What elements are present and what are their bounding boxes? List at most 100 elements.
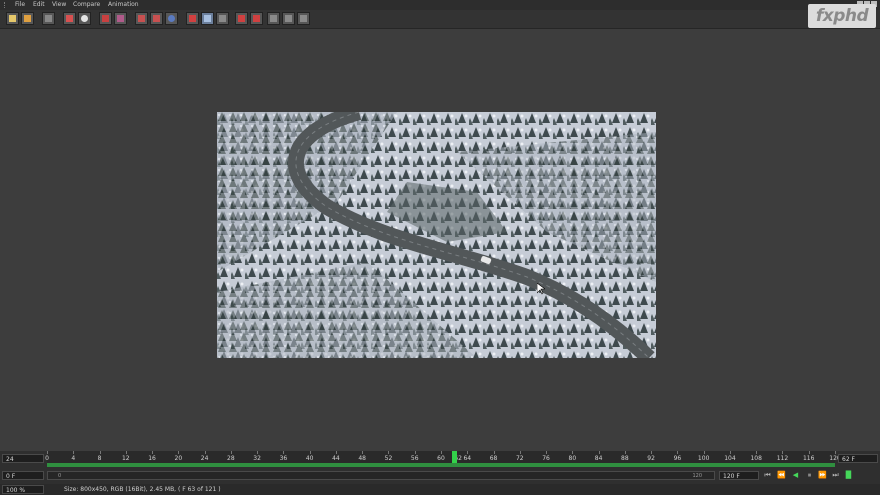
ruler-tick-mark [125,451,127,454]
clear-button[interactable] [42,12,55,25]
ruler-tick-mark [362,451,364,454]
save-button[interactable] [21,12,34,25]
color-picker-button[interactable] [78,12,91,25]
adjust-icon [300,15,307,22]
fxphd-logo: fxphd [808,4,876,28]
timeline-scrollbar[interactable]: 0 120 [47,471,715,480]
ruler-tick-label: 84 [594,455,603,462]
timeline-ruler[interactable]: 0 4 8 12 16 20 24 28 32 36 40 44 48 52 56 60 62 64 68 72 76 8… [45,451,841,463]
zoom-field[interactable]: 100 % [2,485,44,494]
mark-a-button[interactable] [235,12,248,25]
layout-double-button[interactable] [150,12,163,25]
red-channel-button[interactable] [99,12,112,25]
ruler-tick-label: 56 [410,455,419,462]
save-icon [24,15,31,22]
color-pick-icon [168,15,175,22]
menu-animation[interactable]: Animation [108,0,139,10]
ruler-tick-label: 96 [673,455,682,462]
ruler-tick-label: 36 [279,455,288,462]
current-frame-left-field[interactable]: 24 [2,454,44,463]
play-backward-icon[interactable]: ◀ [791,471,800,480]
color-pick-button[interactable] [165,12,178,25]
go-to-start-icon[interactable]: ⏮ [763,471,772,480]
crop-button[interactable] [63,12,76,25]
clear-icon [45,15,52,22]
scroll-start-label: 0 [58,473,62,479]
ruler-tick-mark [73,451,75,454]
ruler-tick-mark [178,451,180,454]
open-button[interactable] [6,12,19,25]
ruler-tick-label: 112 [776,455,789,462]
ruler-tick-label: 28 [227,455,235,462]
ruler-tick-mark [99,451,101,454]
end-frame-field[interactable]: 120 F [719,471,759,480]
ruler-tick-label: 16 [148,455,156,462]
ruler-tick-label: 68 [489,455,498,462]
start-frame-field[interactable]: 0 F [2,471,44,480]
layout-single-icon [138,15,145,22]
ruler-tick-mark [467,451,469,454]
ruler-tick-mark [519,451,521,454]
filter-button[interactable] [282,12,295,25]
ruler-tick-label: 88 [621,455,629,462]
mark-b-button[interactable] [250,12,263,25]
mix-button[interactable] [267,12,280,25]
grid-button[interactable] [201,12,214,25]
menu-compare[interactable]: Compare [73,0,100,10]
toolbar [0,10,880,29]
ruler-tick-mark [257,451,259,454]
mark-b-icon [253,15,260,22]
adjust-button[interactable] [297,12,310,25]
ruler-tick-mark [441,451,442,454]
list-icon [219,15,226,22]
ruler-tick-mark [729,451,731,454]
menu-file[interactable]: File [15,0,25,10]
mouse-cursor-icon [537,283,545,295]
ruler-tick-label: 20 [174,455,183,462]
color-picker-icon [81,15,88,22]
step-back-icon[interactable]: ⏪ [777,471,786,480]
text-overlay-icon [189,15,196,22]
current-frame-right-field[interactable]: 62 F [838,454,878,463]
ruler-tick-mark [624,451,626,454]
ruler-tick-label: 32 [253,455,261,462]
loop-indicator-icon[interactable]: █ [844,471,853,480]
list-button[interactable] [216,12,229,25]
ruler-tick-mark [335,451,337,454]
layout-double-icon [153,15,160,22]
ruler-tick-mark [808,451,810,454]
ruler-tick-mark [309,451,311,454]
compare-button[interactable] [114,12,127,25]
cached-frames-bar [47,463,835,467]
ruler-tick-label: 116 [802,455,815,462]
pause-icon[interactable]: ⏸ [805,471,814,480]
status-bar: 100 % Size: 800x450, RGB (16Bit), 2.45 M… [0,484,880,495]
ruler-tick-label: 80 [568,455,577,462]
ruler-tick-mark [414,451,416,454]
open-icon [9,15,16,22]
ruler-tick-mark [572,451,574,454]
ruler-tick-mark [703,451,705,454]
text-overlay-button[interactable] [186,12,199,25]
ruler-tick-label: 0 [45,455,49,462]
ruler-tick-label: 8 [97,455,102,462]
playhead[interactable] [452,451,458,463]
go-to-end-icon[interactable]: ⏭ [831,471,840,480]
ruler-tick-mark [677,451,679,454]
ruler-tick-mark [230,451,232,454]
ruler-tick-label: 72 [515,455,524,462]
scroll-end-label: 120 [692,473,702,479]
ruler-tick-label: 12 [121,455,130,462]
menu-view[interactable]: View [52,0,66,10]
ruler-tick-mark [493,451,495,454]
rendered-image[interactable] [217,112,656,358]
ruler-tick-label: 44 [332,455,340,462]
timeline-panel: 24 0 4 8 12 16 20 24 28 32 36 40 44 48 52 56 60 62 64 68 72… [0,451,880,495]
red-channel-icon [102,15,109,22]
menu-edit[interactable]: Edit [33,0,45,10]
layout-single-button[interactable] [135,12,148,25]
ruler-tick-mark [152,451,154,454]
ruler-tick-label: 4 [71,455,76,462]
ruler-tick-label: 24 [200,455,209,462]
step-forward-icon[interactable]: ⏩ [818,471,827,480]
